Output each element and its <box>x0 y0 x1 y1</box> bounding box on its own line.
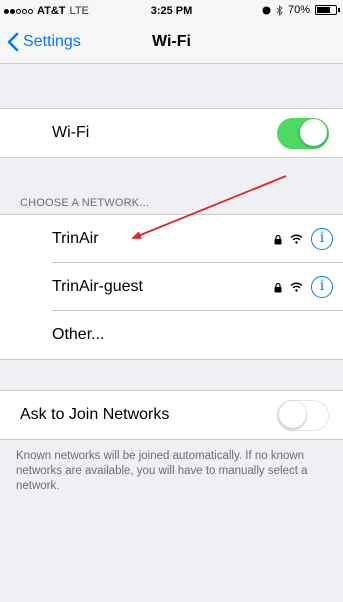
lock-icon <box>274 282 282 292</box>
navigation-bar: Settings Wi-Fi <box>0 22 343 64</box>
status-right: 70% <box>262 4 340 16</box>
wifi-toggle[interactable] <box>277 118 329 149</box>
info-icon[interactable]: i <box>311 228 333 250</box>
wifi-signal-icon <box>290 282 303 292</box>
battery-fill <box>317 7 330 13</box>
battery-percent: 70% <box>287 4 310 16</box>
wifi-toggle-group: Wi-Fi <box>0 108 343 158</box>
page-title: Wi-Fi <box>152 33 191 50</box>
other-network-row[interactable]: Other... <box>0 311 343 359</box>
networks-group: TrinAir i TrinAir-guest i Other... <box>0 214 343 360</box>
battery-icon <box>315 5 340 15</box>
ask-to-join-toggle[interactable] <box>277 400 329 431</box>
network-icons: i <box>274 276 333 298</box>
ask-to-join-row: Ask to Join Networks <box>0 391 343 439</box>
lock-icon <box>274 234 282 244</box>
orientation-lock-icon <box>262 6 271 14</box>
network-row[interactable]: TrinAir i <box>0 215 343 263</box>
info-icon[interactable]: i <box>311 276 333 298</box>
footer-text: Known networks will be joined automatica… <box>16 450 308 492</box>
toggle-knob <box>279 401 306 428</box>
wifi-label: Wi-Fi <box>52 124 90 141</box>
network-name: TrinAir-guest <box>52 278 143 295</box>
ask-to-join-label: Ask to Join Networks <box>20 406 170 423</box>
battery-cap <box>338 8 340 12</box>
other-network-label: Other... <box>52 326 105 343</box>
toggle-knob <box>300 119 327 146</box>
status-bar: AT&T LTE 3:25 PM 70% <box>0 0 343 22</box>
network-icons: i <box>274 228 333 250</box>
section-header: CHOOSE A NETWORK... <box>20 197 150 209</box>
wifi-row: Wi-Fi <box>0 109 343 157</box>
network-name: TrinAir <box>52 230 99 247</box>
wifi-signal-icon <box>290 234 303 244</box>
network-row[interactable]: TrinAir-guest i <box>0 263 343 311</box>
bluetooth-icon <box>276 4 283 16</box>
ask-to-join-group: Ask to Join Networks <box>0 390 343 440</box>
